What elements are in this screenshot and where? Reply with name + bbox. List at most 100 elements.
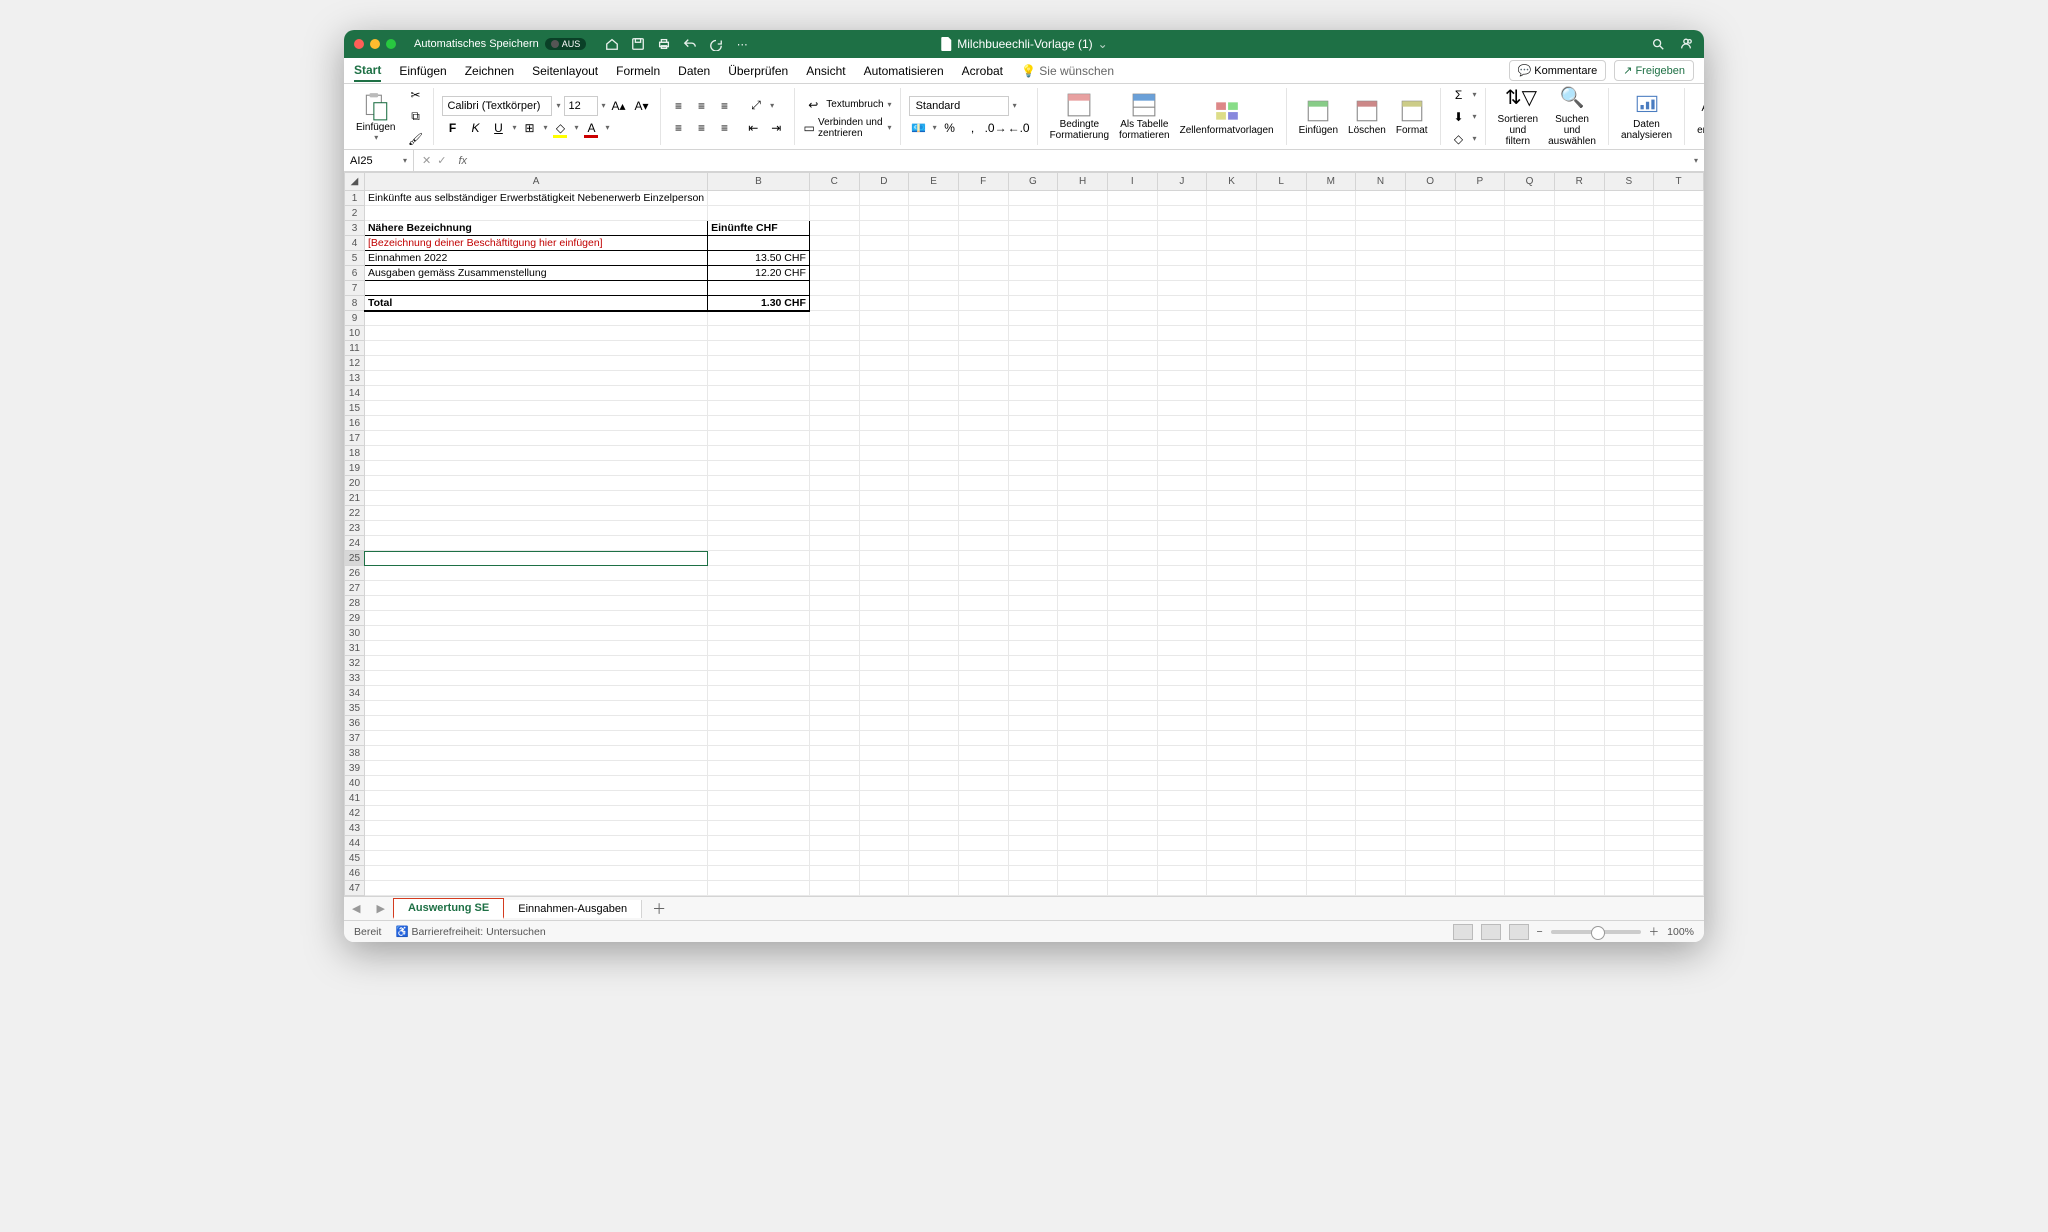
cell-I20[interactable]	[1107, 476, 1157, 491]
cell-D18[interactable]	[859, 446, 909, 461]
cell-B23[interactable]	[708, 521, 810, 536]
cell-O43[interactable]	[1405, 821, 1455, 836]
cell-B30[interactable]	[708, 626, 810, 641]
cell-M7[interactable]	[1306, 281, 1356, 296]
cell-D22[interactable]	[859, 506, 909, 521]
cell-D16[interactable]	[859, 416, 909, 431]
cell-D12[interactable]	[859, 356, 909, 371]
cell-D29[interactable]	[859, 611, 909, 626]
cell-A10[interactable]	[364, 326, 707, 341]
cell-B38[interactable]	[708, 746, 810, 761]
cell-T46[interactable]	[1654, 866, 1704, 881]
fill-icon[interactable]: ⬇	[1449, 107, 1469, 127]
cell-E25[interactable]	[909, 551, 959, 566]
cell-Q43[interactable]	[1505, 821, 1555, 836]
cell-I32[interactable]	[1107, 656, 1157, 671]
cell-S42[interactable]	[1604, 806, 1654, 821]
cell-F44[interactable]	[958, 836, 1008, 851]
cell-E40[interactable]	[909, 776, 959, 791]
cell-Q47[interactable]	[1505, 881, 1555, 896]
cell-R33[interactable]	[1554, 671, 1604, 686]
cell-O45[interactable]	[1405, 851, 1455, 866]
cell-S11[interactable]	[1604, 341, 1654, 356]
cell-D17[interactable]	[859, 431, 909, 446]
cell-B33[interactable]	[708, 671, 810, 686]
cell-R40[interactable]	[1554, 776, 1604, 791]
cell-T44[interactable]	[1654, 836, 1704, 851]
cell-G6[interactable]	[1008, 266, 1058, 281]
cell-A13[interactable]	[364, 371, 707, 386]
cell-M10[interactable]	[1306, 326, 1356, 341]
cell-C45[interactable]	[809, 851, 859, 866]
cell-K35[interactable]	[1207, 701, 1257, 716]
cell-A26[interactable]	[364, 566, 707, 581]
cell-D26[interactable]	[859, 566, 909, 581]
cell-R42[interactable]	[1554, 806, 1604, 821]
cell-P15[interactable]	[1455, 401, 1505, 416]
col-header-I[interactable]: I	[1107, 173, 1157, 191]
cell-C41[interactable]	[809, 791, 859, 806]
cell-D14[interactable]	[859, 386, 909, 401]
cell-S35[interactable]	[1604, 701, 1654, 716]
cell-G47[interactable]	[1008, 881, 1058, 896]
cell-E27[interactable]	[909, 581, 959, 596]
cell-N38[interactable]	[1356, 746, 1406, 761]
cell-Q5[interactable]	[1505, 251, 1555, 266]
cell-M20[interactable]	[1306, 476, 1356, 491]
cell-E10[interactable]	[909, 326, 959, 341]
cell-S6[interactable]	[1604, 266, 1654, 281]
cell-T37[interactable]	[1654, 731, 1704, 746]
cell-E35[interactable]	[909, 701, 959, 716]
cell-T35[interactable]	[1654, 701, 1704, 716]
cell-B11[interactable]	[708, 341, 810, 356]
cell-H10[interactable]	[1058, 326, 1108, 341]
cell-F33[interactable]	[958, 671, 1008, 686]
cell-Q35[interactable]	[1505, 701, 1555, 716]
cell-C24[interactable]	[809, 536, 859, 551]
cell-M43[interactable]	[1306, 821, 1356, 836]
cell-Q8[interactable]	[1505, 296, 1555, 311]
cell-Q4[interactable]	[1505, 236, 1555, 251]
autosave-toggle[interactable]: AUS	[545, 38, 587, 50]
cell-G35[interactable]	[1008, 701, 1058, 716]
cell-L29[interactable]	[1256, 611, 1306, 626]
cell-S12[interactable]	[1604, 356, 1654, 371]
cell-Q24[interactable]	[1505, 536, 1555, 551]
cell-J9[interactable]	[1157, 311, 1207, 326]
cell-P25[interactable]	[1455, 551, 1505, 566]
cell-I9[interactable]	[1107, 311, 1157, 326]
cell-L45[interactable]	[1256, 851, 1306, 866]
cell-F25[interactable]	[958, 551, 1008, 566]
cell-J31[interactable]	[1157, 641, 1207, 656]
cell-I2[interactable]	[1107, 206, 1157, 221]
cell-E8[interactable]	[909, 296, 959, 311]
cell-D34[interactable]	[859, 686, 909, 701]
cell-O33[interactable]	[1405, 671, 1455, 686]
cell-Q19[interactable]	[1505, 461, 1555, 476]
tab-daten[interactable]: Daten	[678, 61, 710, 81]
cell-K24[interactable]	[1207, 536, 1257, 551]
cell-P43[interactable]	[1455, 821, 1505, 836]
cell-C4[interactable]	[809, 236, 859, 251]
cell-I28[interactable]	[1107, 596, 1157, 611]
cell-G2[interactable]	[1008, 206, 1058, 221]
cell-H22[interactable]	[1058, 506, 1108, 521]
cell-C38[interactable]	[809, 746, 859, 761]
cell-T8[interactable]	[1654, 296, 1704, 311]
cell-B40[interactable]	[708, 776, 810, 791]
cell-R5[interactable]	[1554, 251, 1604, 266]
cell-C8[interactable]	[809, 296, 859, 311]
cell-O42[interactable]	[1405, 806, 1455, 821]
cell-N18[interactable]	[1356, 446, 1406, 461]
cell-T11[interactable]	[1654, 341, 1704, 356]
cell-O2[interactable]	[1405, 206, 1455, 221]
cell-K21[interactable]	[1207, 491, 1257, 506]
cell-D23[interactable]	[859, 521, 909, 536]
cell-B9[interactable]	[708, 311, 810, 326]
cell-P38[interactable]	[1455, 746, 1505, 761]
cell-S4[interactable]	[1604, 236, 1654, 251]
maximize-window-icon[interactable]	[386, 39, 396, 49]
increase-decimal-icon[interactable]: .0→	[986, 118, 1006, 138]
cell-B14[interactable]	[708, 386, 810, 401]
print-icon[interactable]	[656, 36, 672, 52]
